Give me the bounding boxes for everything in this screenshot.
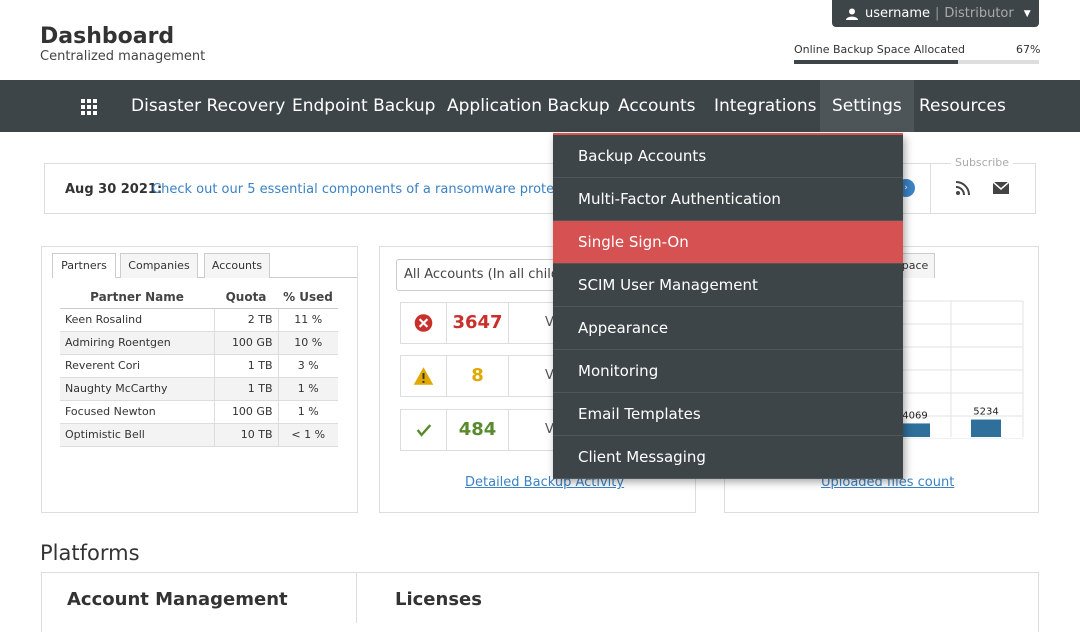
partners-table: Partner Name Quota % Used Keen Rosalind 2… — [60, 287, 338, 447]
files-bar-chart: 4069 5234 — [895, 300, 1024, 439]
nav-endpoint-backup[interactable]: Endpoint Backup — [292, 80, 435, 132]
partner-used: 3 % — [277, 354, 338, 378]
check-icon — [416, 410, 447, 450]
partner-used: < 1 % — [277, 423, 338, 447]
partner-used: 10 % — [277, 331, 338, 355]
column-header[interactable]: Quota — [214, 287, 278, 309]
partner-used: 11 % — [277, 308, 338, 332]
partner-quota: 1 TB — [213, 354, 278, 378]
space-label: Online Backup Space Allocated — [794, 43, 966, 56]
main-nav: Disaster Recovery Endpoint Backup Applic… — [0, 80, 1080, 132]
stat-success-value: 484 — [447, 410, 509, 450]
space-percent: 67% — [1016, 43, 1041, 56]
table-row[interactable]: Keen Rosalind 2 TB 11 % — [60, 308, 338, 332]
news-date: Aug 30 2021: — [65, 182, 163, 197]
column-header[interactable]: % Used — [278, 287, 338, 309]
partner-quota: 10 TB — [213, 423, 278, 447]
partner-quota: 1 TB — [213, 377, 278, 401]
chevron-down-icon: ▼ — [1023, 8, 1031, 19]
partner-quota: 100 GB — [213, 400, 278, 424]
account-management-card-title: Account Management — [67, 589, 288, 610]
partner-name: Admiring Roentgen — [60, 331, 214, 355]
user-icon — [846, 8, 858, 20]
menu-item-single-sign-on[interactable]: Single Sign-On — [553, 221, 903, 264]
grid-menu-icon[interactable] — [81, 99, 97, 115]
chart-bar[interactable] — [900, 423, 930, 437]
stat-errors-value: 3647 — [447, 303, 509, 343]
username: username — [865, 6, 930, 21]
menu-item-monitoring[interactable]: Monitoring — [553, 350, 903, 393]
user-role: Distributor — [944, 6, 1014, 21]
chart-data-label: 4069 — [902, 410, 927, 421]
chart-data-label: 5234 — [973, 407, 998, 418]
platforms-heading: Platforms — [40, 541, 140, 565]
partner-name: Focused Newton — [60, 400, 214, 424]
header: Dashboard Centralized management usernam… — [0, 0, 1080, 80]
error-icon — [414, 303, 447, 343]
partner-name: Naughty McCarthy — [60, 377, 214, 401]
account-filter-select[interactable]: All Accounts (In all child r — [396, 259, 576, 291]
stat-warnings-value: 8 — [447, 356, 509, 396]
table-row[interactable]: Focused Newton 100 GB 1 % — [60, 400, 338, 424]
partner-name: Keen Rosalind — [60, 308, 214, 332]
menu-item-backup-accounts[interactable]: Backup Accounts — [553, 135, 903, 178]
nav-application-backup[interactable]: Application Backup — [447, 80, 610, 132]
menu-item-appearance[interactable]: Appearance — [553, 307, 903, 350]
news-link[interactable]: Check out our 5 essential components of … — [152, 182, 586, 197]
column-header[interactable]: Partner Name — [60, 287, 214, 309]
page-title: Dashboard — [40, 24, 175, 49]
platforms-cards: Account Management Licenses — [41, 572, 1039, 632]
space-progress-bar — [794, 60, 1039, 64]
partner-quota: 100 GB — [213, 331, 278, 355]
partner-name: Reverent Cori — [60, 354, 214, 378]
subscribe-label: Subscribe — [951, 156, 1014, 169]
warning-icon — [413, 356, 447, 396]
menu-item-multi-factor-authentication[interactable]: Multi-Factor Authentication — [553, 178, 903, 221]
tab-companies[interactable]: Companies — [120, 253, 198, 278]
tab-accounts[interactable]: Accounts — [204, 253, 270, 278]
nav-resources[interactable]: Resources — [919, 80, 1006, 132]
partner-name: Optimistic Bell — [60, 423, 214, 447]
table-row[interactable]: Admiring Roentgen 100 GB 10 % — [60, 331, 338, 355]
nav-accounts[interactable]: Accounts — [618, 80, 696, 132]
menu-item-client-messaging[interactable]: Client Messaging — [553, 436, 903, 479]
chart-bar[interactable] — [971, 419, 1001, 437]
nav-integrations[interactable]: Integrations — [714, 80, 817, 132]
user-menu-button[interactable]: username | Distributor ▼ — [832, 0, 1039, 27]
tab-partners[interactable]: Partners — [52, 253, 116, 278]
partner-used: 1 % — [277, 400, 338, 424]
partners-panel: Partners Companies Accounts Partner Name… — [41, 246, 358, 513]
table-row[interactable]: Naughty McCarthy 1 TB 1 % — [60, 377, 338, 401]
partner-quota: 2 TB — [213, 308, 278, 332]
nav-disaster-recovery[interactable]: Disaster Recovery — [131, 80, 285, 132]
settings-dropdown-menu: Backup Accounts Multi-Factor Authenticat… — [553, 133, 903, 479]
menu-item-email-templates[interactable]: Email Templates — [553, 393, 903, 436]
page-subtitle: Centralized management — [40, 49, 206, 64]
table-row[interactable]: Optimistic Bell 10 TB < 1 % — [60, 423, 338, 447]
table-row[interactable]: Reverent Cori 1 TB 3 % — [60, 354, 338, 378]
rss-icon[interactable] — [955, 180, 971, 196]
menu-item-scim-user-management[interactable]: SCIM User Management — [553, 264, 903, 307]
nav-settings[interactable]: Settings — [820, 80, 914, 132]
mail-icon[interactable] — [993, 182, 1009, 194]
partner-used: 1 % — [277, 377, 338, 401]
licenses-card-title: Licenses — [395, 589, 482, 610]
